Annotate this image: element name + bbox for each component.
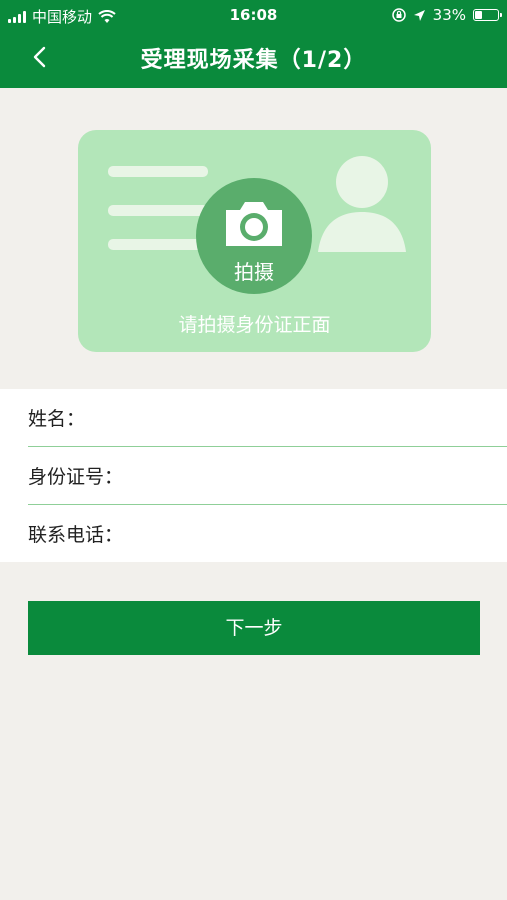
capture-hint: 请拍摄身份证正面 [178, 314, 331, 336]
card-text-line [108, 205, 208, 216]
nav-bar: 受理现场采集（1/2） [0, 30, 507, 86]
page-title: 受理现场采集（1/2） [140, 48, 367, 73]
phone-input[interactable] [123, 512, 487, 555]
camera-button[interactable]: 拍摄 [196, 178, 312, 294]
name-input[interactable] [85, 396, 487, 439]
location-arrow-icon [413, 9, 425, 21]
battery-icon [473, 9, 502, 21]
status-bar: 中国移动 16:08 33% [0, 0, 507, 30]
card-text-line [108, 166, 208, 177]
info-form: 姓名： 身份证号： 联系电话： [0, 389, 507, 562]
orientation-lock-icon [391, 8, 406, 22]
id-number-row: 身份证号： [0, 447, 507, 504]
person-silhouette-icon [318, 156, 406, 252]
phone-row: 联系电话： [0, 505, 507, 562]
id-card-capture[interactable]: 拍摄 请拍摄身份证正面 [78, 130, 431, 352]
name-label: 姓名： [28, 408, 86, 430]
id-number-input[interactable] [123, 454, 487, 497]
battery-percent: 33% [432, 6, 466, 24]
card-text-line [108, 239, 208, 250]
id-number-label: 身份证号： [28, 466, 124, 488]
name-row: 姓名： [0, 389, 507, 446]
next-step-button[interactable]: 下一步 [28, 601, 480, 655]
phone-label: 联系电话： [28, 524, 124, 546]
top-bar: 中国移动 16:08 33% 受理现场采集（1/2） [0, 0, 507, 88]
camera-label: 拍摄 [234, 260, 274, 284]
camera-icon [226, 202, 282, 246]
